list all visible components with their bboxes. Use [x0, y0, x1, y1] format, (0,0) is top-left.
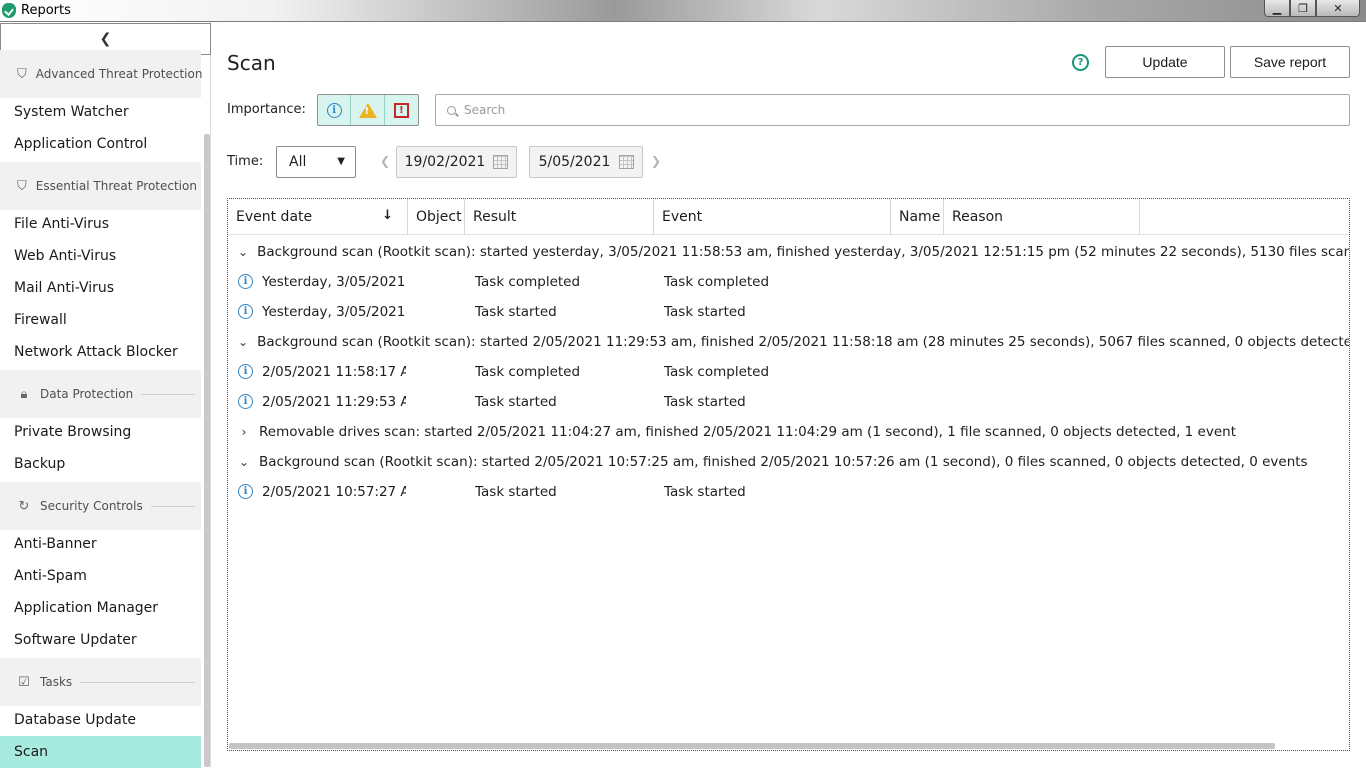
- minimize-button[interactable]: ▁: [1264, 0, 1290, 17]
- sidebar-item-mail-anti-virus[interactable]: Mail Anti-Virus: [0, 272, 201, 304]
- column-event-date[interactable]: Event date ↓: [228, 199, 408, 235]
- chevron-down-icon[interactable]: ⌄: [238, 245, 248, 259]
- date-to-field[interactable]: 5/05/2021: [529, 146, 643, 178]
- horizontal-scrollbar[interactable]: [229, 743, 1275, 749]
- importance-warning-toggle[interactable]: [351, 95, 385, 125]
- chevron-down-icon[interactable]: ⌄: [238, 335, 248, 349]
- date-to-value: 5/05/2021: [538, 154, 611, 170]
- column-name[interactable]: Name: [891, 199, 944, 235]
- title-bar: Reports ▁ ❐ ✕: [0, 0, 1366, 22]
- time-range-value: All: [289, 154, 307, 170]
- next-period-arrow[interactable]: ❯: [651, 154, 661, 168]
- search-box: [435, 94, 1350, 126]
- sidebar-item-private-browsing[interactable]: Private Browsing: [0, 416, 201, 448]
- window-title: Reports: [21, 3, 71, 18]
- sort-descending-icon: ↓: [382, 208, 393, 223]
- shield-icon: ⛉: [17, 178, 27, 194]
- sidebar-item-system-watcher[interactable]: System Watcher: [0, 96, 201, 128]
- table-row[interactable]: i 2/05/2021 11:58:17 AM Task completed T…: [228, 357, 1349, 387]
- sidebar-item-software-updater[interactable]: Software Updater: [0, 624, 201, 656]
- sidebar-item-database-update[interactable]: Database Update: [0, 704, 201, 736]
- calendar-icon[interactable]: [619, 155, 634, 169]
- critical-icon: !: [393, 102, 409, 118]
- table-row[interactable]: i Yesterday, 3/05/2021 12:51:15 PM Task …: [228, 267, 1349, 297]
- restore-button[interactable]: ❐: [1290, 0, 1316, 17]
- sidebar-item-file-anti-virus[interactable]: File Anti-Virus: [0, 208, 201, 240]
- app-shield-icon: [2, 3, 16, 18]
- group-tasks: ☑ Tasks: [0, 658, 201, 706]
- shield-settings-icon: ⛉: [17, 66, 27, 82]
- info-icon: i: [238, 484, 253, 499]
- group-advanced-threat-protection: ⛉ Advanced Threat Protection: [0, 50, 202, 98]
- info-icon: i: [238, 364, 253, 379]
- sidebar-item-scan[interactable]: Scan: [0, 736, 201, 768]
- refresh-shield-icon: ↻: [18, 498, 30, 514]
- sidebar-item-firewall[interactable]: Firewall: [0, 304, 201, 336]
- date-from-value: 19/02/2021: [404, 154, 486, 170]
- info-icon: i: [238, 304, 253, 319]
- info-icon: i: [238, 394, 253, 409]
- column-event[interactable]: Event: [654, 199, 891, 235]
- clipboard-check-icon: ☑: [18, 674, 30, 690]
- sidebar-item-anti-banner[interactable]: Anti-Banner: [0, 528, 201, 560]
- search-icon: [447, 105, 456, 115]
- chevron-down-icon[interactable]: ⌄: [238, 455, 250, 469]
- time-range-select[interactable]: All ▼: [276, 146, 356, 178]
- column-object[interactable]: Object: [408, 199, 465, 235]
- importance-filter: i !: [317, 94, 419, 126]
- calendar-icon[interactable]: [493, 155, 508, 169]
- sidebar-item-network-attack-blocker[interactable]: Network Attack Blocker: [0, 336, 201, 368]
- importance-label: Importance:: [227, 102, 306, 117]
- group-data-protection: 🔒︎ Data Protection: [0, 370, 201, 418]
- table-row[interactable]: i 2/05/2021 10:57:27 AM Task started Tas…: [228, 477, 1349, 507]
- chevron-left-icon: ❮: [99, 31, 112, 47]
- sidebar-item-web-anti-virus[interactable]: Web Anti-Virus: [0, 240, 201, 272]
- table-group-row[interactable]: ⌄ Background scan (Rootkit scan): starte…: [228, 237, 1349, 267]
- table-header: Event date ↓ Object Result Event Name Re…: [228, 199, 1349, 235]
- sidebar-item-anti-spam[interactable]: Anti-Spam: [0, 560, 201, 592]
- chevron-down-icon: ▼: [337, 156, 345, 167]
- table-group-row[interactable]: › Removable drives scan: started 2/05/20…: [228, 417, 1349, 447]
- table-row[interactable]: i Yesterday, 3/05/2021 11:58:53 AM Task …: [228, 297, 1349, 327]
- close-button[interactable]: ✕: [1316, 0, 1360, 17]
- sidebar-item-application-manager[interactable]: Application Manager: [0, 592, 201, 624]
- warning-icon: [358, 102, 377, 118]
- events-table: Event date ↓ Object Result Event Name Re…: [227, 198, 1350, 751]
- column-result[interactable]: Result: [465, 199, 654, 235]
- sidebar: ❮ ⛉ Advanced Threat Protection System Wa…: [0, 22, 211, 768]
- importance-critical-toggle[interactable]: !: [384, 95, 418, 125]
- sidebar-item-backup[interactable]: Backup: [0, 448, 201, 480]
- update-button[interactable]: Update: [1105, 46, 1225, 78]
- chevron-right-icon[interactable]: ›: [238, 425, 250, 439]
- date-from-field[interactable]: 19/02/2021: [396, 146, 517, 178]
- group-essential-threat-protection: ⛉ Essential Threat Protection: [0, 162, 201, 210]
- help-icon[interactable]: ?: [1072, 54, 1089, 71]
- sidebar-item-application-control[interactable]: Application Control: [0, 128, 201, 160]
- info-icon: i: [326, 102, 342, 118]
- time-label: Time:: [227, 154, 264, 169]
- importance-info-toggle[interactable]: i: [318, 95, 352, 125]
- table-group-row[interactable]: ⌄ Background scan (Rootkit scan): starte…: [228, 327, 1349, 357]
- lock-icon: 🔒︎: [20, 386, 28, 402]
- save-report-button[interactable]: Save report: [1230, 46, 1350, 78]
- window-controls: ▁ ❐ ✕: [1264, 0, 1360, 17]
- info-icon: i: [238, 274, 253, 289]
- page-title: Scan: [227, 51, 276, 75]
- table-group-row[interactable]: ⌄ Background scan (Rootkit scan): starte…: [228, 447, 1349, 477]
- group-security-controls: ↻ Security Controls: [0, 482, 201, 530]
- search-input[interactable]: [464, 103, 1324, 117]
- previous-period-arrow[interactable]: ❮: [380, 154, 390, 168]
- table-row[interactable]: i 2/05/2021 11:29:53 AM Task started Tas…: [228, 387, 1349, 417]
- column-reason[interactable]: Reason: [944, 199, 1140, 235]
- sidebar-scrollbar[interactable]: [204, 134, 210, 767]
